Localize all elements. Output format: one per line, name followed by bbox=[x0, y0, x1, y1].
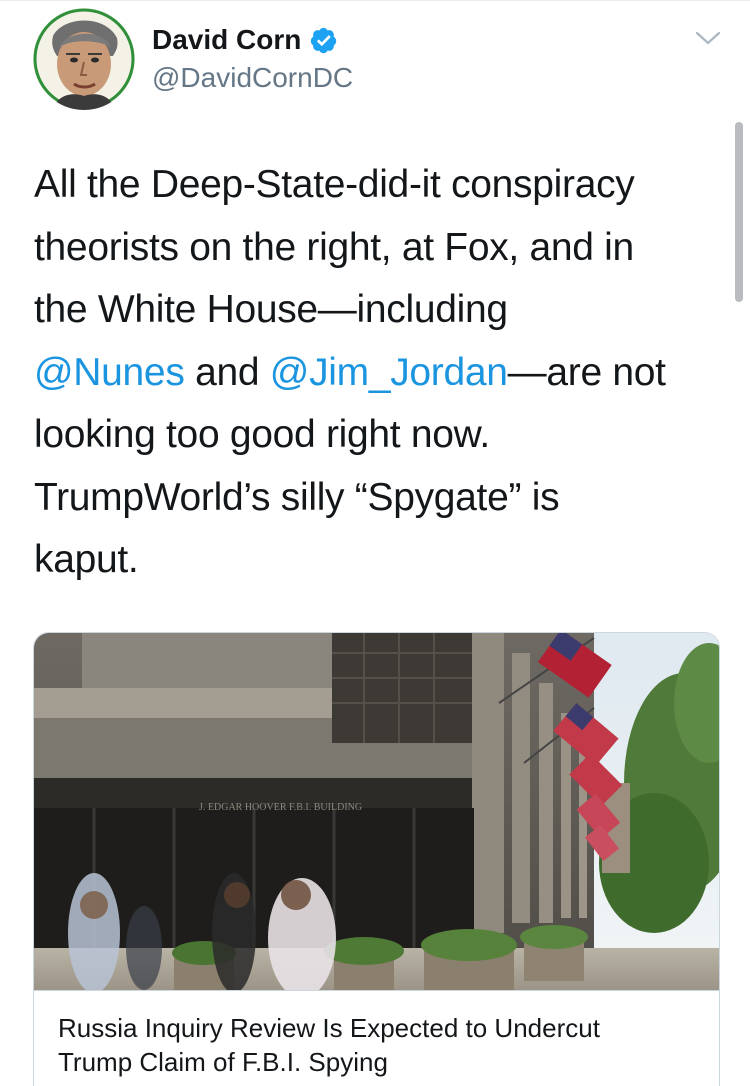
chevron-down-icon[interactable] bbox=[694, 28, 722, 48]
tweet-page: David Corn @DavidCornDC All the Deep-Sta… bbox=[0, 0, 750, 1086]
display-name-text: David Corn bbox=[152, 24, 302, 55]
tweet-text-segment: —are not bbox=[507, 350, 666, 394]
author-display-name[interactable]: David Corn bbox=[152, 24, 338, 56]
building-sign-text: J. EDGAR HOOVER F.B.I. BUILDING bbox=[199, 802, 362, 813]
avatar-portrait-image bbox=[33, 8, 135, 110]
card-title-line: Russia Inquiry Review Is Expected to Und… bbox=[58, 1013, 600, 1043]
card-divider bbox=[34, 990, 719, 991]
author-avatar[interactable] bbox=[33, 8, 135, 110]
card-title[interactable]: Russia Inquiry Review Is Expected to Und… bbox=[58, 1011, 708, 1079]
mention-link-nunes[interactable]: @Nunes bbox=[34, 351, 185, 394]
tweet-line: theorists on the right, at Fox, and in bbox=[34, 225, 634, 269]
tweet-text: All the Deep-State-did-it conspiracy the… bbox=[34, 154, 734, 592]
tweet-line-mentions: @Nunes and @Jim_Jordan—are not bbox=[34, 342, 734, 405]
fbi-building-photo: J. EDGAR HOOVER F.B.I. BUILDING bbox=[34, 633, 719, 990]
card-title-line: Trump Claim of F.B.I. Spying bbox=[58, 1047, 388, 1077]
mention-link-jim-jordan[interactable]: @Jim_Jordan bbox=[270, 351, 508, 394]
verified-badge-icon bbox=[311, 27, 337, 53]
author-handle[interactable]: @DavidCornDC bbox=[152, 62, 353, 94]
tweet-line: TrumpWorld’s silly “Spygate” is bbox=[34, 475, 560, 519]
top-divider bbox=[0, 0, 750, 1]
scrollbar-thumb[interactable] bbox=[735, 122, 743, 302]
tweet-line: kaput. bbox=[34, 538, 139, 581]
tweet-line: the White House—including bbox=[34, 288, 508, 331]
card-image: J. EDGAR HOOVER F.B.I. BUILDING bbox=[34, 633, 719, 990]
tweet-text-segment: and bbox=[184, 350, 270, 394]
tweet-line: All the Deep-State-did-it conspiracy bbox=[34, 163, 635, 206]
link-preview-card[interactable]: J. EDGAR HOOVER F.B.I. BUILDING Russia I… bbox=[33, 632, 720, 1086]
tweet-line: looking too good right now. bbox=[34, 413, 490, 456]
